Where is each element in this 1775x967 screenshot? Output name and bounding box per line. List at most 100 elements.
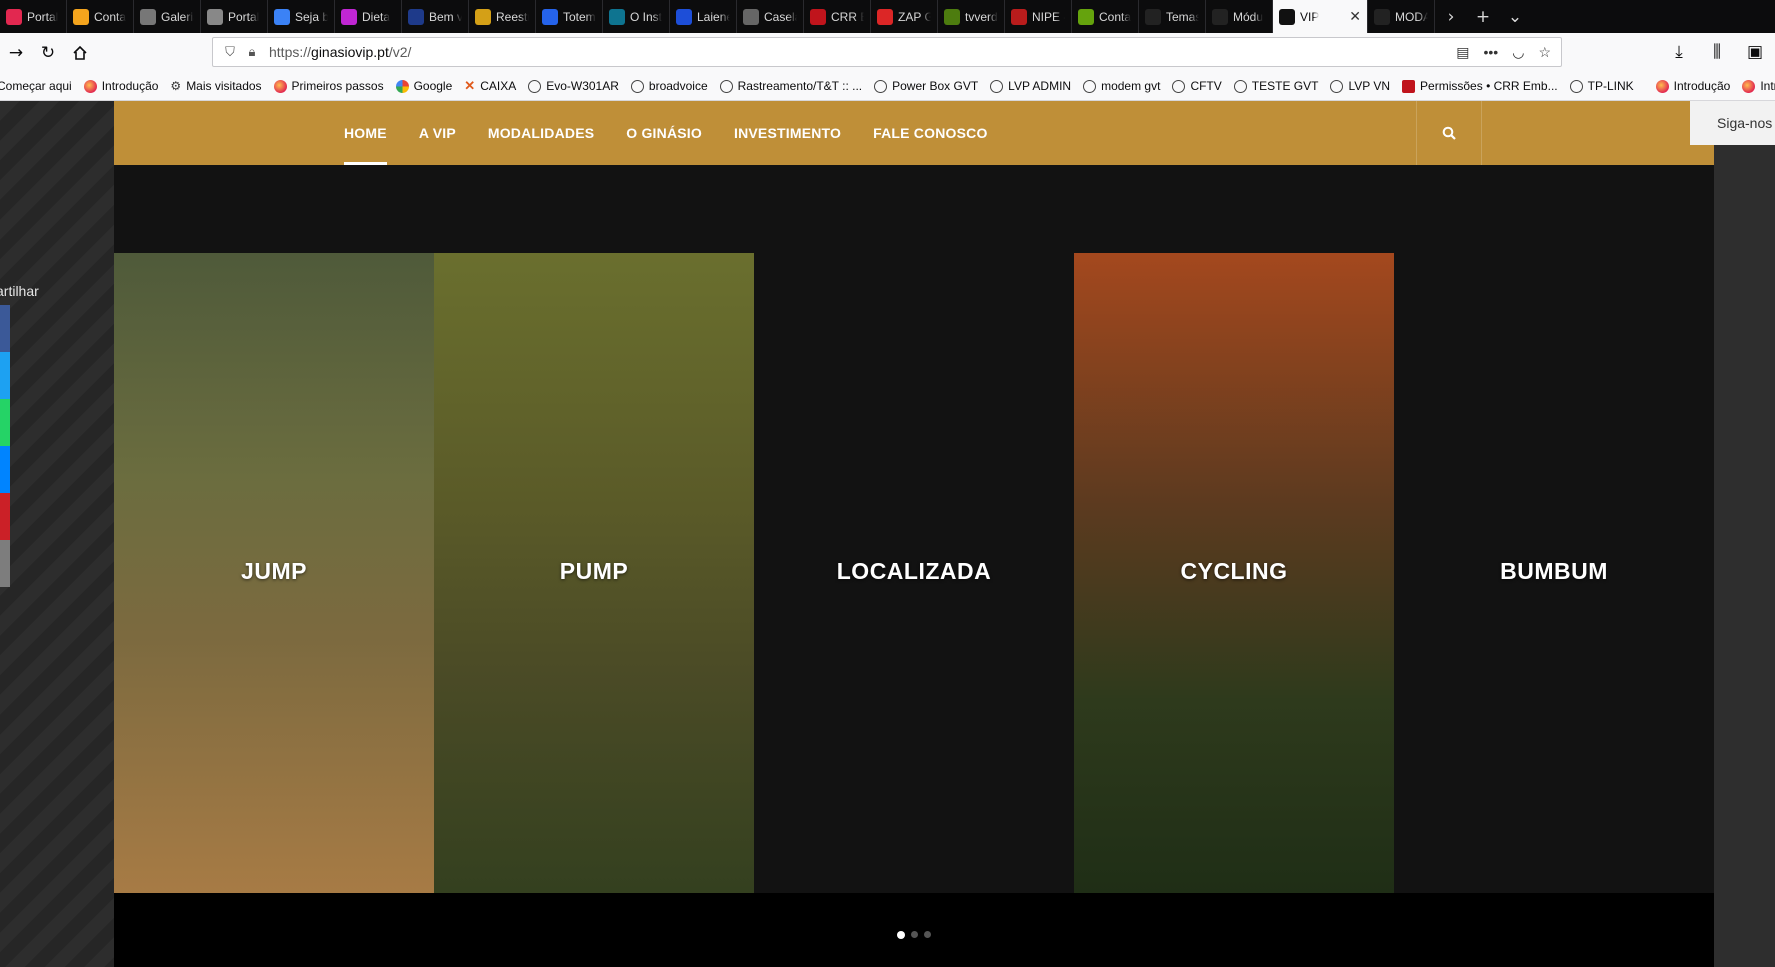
tab-label: Temas <box>1166 9 1199 24</box>
bookmark-item[interactable]: CFTV <box>1172 79 1222 93</box>
slider-pagination <box>114 893 1714 967</box>
globe-icon <box>630 79 644 93</box>
tab[interactable]: Reestr <box>469 0 536 33</box>
home-button[interactable] <box>64 37 96 69</box>
bookmark-item[interactable]: Introdução <box>1655 79 1730 93</box>
share-button[interactable] <box>0 399 10 446</box>
tab-list: Portal Conta Galeria Portal Seja bem Dieta Bem… <box>0 0 1435 33</box>
share-button[interactable] <box>0 352 10 399</box>
modalidade-card[interactable]: LOCALIZADA <box>754 253 1074 893</box>
bookmark-item[interactable]: LVP VN <box>1330 79 1390 93</box>
share-button[interactable] <box>0 446 10 493</box>
tab[interactable]: Bem v <box>402 0 469 33</box>
menu-item[interactable]: MODALIDADES <box>488 101 594 165</box>
bookmark-item[interactable]: Power Box GVT <box>874 79 978 93</box>
tab-label: Laiene <box>697 9 730 24</box>
tab[interactable]: Dieta <box>335 0 402 33</box>
bookmark-item[interactable]: Intro <box>1742 79 1775 93</box>
bookmark-item[interactable]: modem gvt <box>1083 79 1160 93</box>
downloads-icon[interactable]: ⤓ <box>1663 36 1695 68</box>
page-actions-icon[interactable]: ••• <box>1484 44 1499 61</box>
tab[interactable]: Casela <box>737 0 804 33</box>
bookmark-item[interactable]: LVP ADMIN <box>990 79 1071 93</box>
bookmark-item[interactable]: Evo-W301AR <box>528 79 619 93</box>
bookmark-item[interactable]: Google <box>395 79 452 93</box>
share-label: artilhar <box>0 283 39 299</box>
sidebar-icon[interactable]: ▣ <box>1739 36 1771 68</box>
bookmark-star-icon[interactable]: ☆ <box>1538 44 1551 61</box>
totem-icon <box>542 8 558 25</box>
menu-item[interactable]: O GINÁSIO <box>626 101 702 165</box>
tab-label: Seja bem <box>295 9 328 24</box>
share-button[interactable] <box>0 540 10 587</box>
reload-button[interactable]: ↻ <box>32 37 64 69</box>
modalidade-card[interactable]: PUMP <box>434 253 754 893</box>
tab[interactable]: Conta <box>1072 0 1139 33</box>
globe-icon <box>1330 79 1344 93</box>
new-tab-button[interactable]: + <box>1467 0 1499 33</box>
tab[interactable]: Seja bem <box>268 0 335 33</box>
modalidade-card[interactable]: CYCLING <box>1074 253 1394 893</box>
gear-icon: ⚙ <box>170 79 182 93</box>
page-right-gutter <box>1714 145 1775 967</box>
pocket-icon[interactable]: ◡ <box>1512 44 1524 61</box>
tab[interactable]: Conta <box>67 0 134 33</box>
tab[interactable]: tvverd <box>938 0 1005 33</box>
share-button[interactable] <box>0 305 10 352</box>
menu-item[interactable]: FALE CONOSCO <box>873 101 987 165</box>
tab-list-dropdown-icon[interactable]: ⌄ <box>1499 0 1531 33</box>
tab[interactable]: MODA <box>1368 0 1435 33</box>
lock-icon[interactable]: 🔒︎ <box>241 44 263 60</box>
browser-tab-strip: Portal Conta Galeria Portal Seja bem Dieta Bem… <box>0 0 1775 33</box>
url-text[interactable]: https://ginasiovip.pt/v2/ <box>269 44 411 60</box>
tab-label: Galeria <box>161 9 194 24</box>
tab-active[interactable]: VIP ✕ <box>1273 0 1368 33</box>
tab[interactable]: Totem <box>536 0 603 33</box>
tab[interactable]: Módu <box>1206 0 1273 33</box>
crr-icon <box>810 8 826 25</box>
tab[interactable]: CRR E <box>804 0 871 33</box>
pager-dot[interactable] <box>924 931 931 938</box>
modalidade-card[interactable]: BUMBUM <box>1394 253 1714 893</box>
bookmark-item[interactable]: Primeiros passos <box>273 79 384 93</box>
tab[interactable]: NIPE - <box>1005 0 1072 33</box>
tracking-shield-icon[interactable]: ⛉ <box>219 44 241 60</box>
page-viewport: artilhar HOME A VIP MODALIDADES O GINÁSIO IN… <box>0 101 1775 967</box>
g-icon <box>395 79 409 93</box>
menu-item[interactable]: INVESTIMENTO <box>734 101 841 165</box>
portal-z-icon <box>207 8 223 25</box>
tab[interactable]: Portal <box>201 0 268 33</box>
bookmark-item[interactable]: Introdução <box>83 79 158 93</box>
menu-item[interactable]: A VIP <box>419 101 456 165</box>
bookmark-item[interactable]: Permissões • CRR Emb... <box>1402 79 1558 93</box>
follow-us-tab[interactable]: Siga-nos <box>1690 101 1775 145</box>
pager-dot[interactable] <box>911 931 918 938</box>
reader-view-icon[interactable]: ▤ <box>1456 44 1469 61</box>
menu-item[interactable]: HOME <box>344 101 387 165</box>
bookmark-item[interactable]: broadvoice <box>630 79 708 93</box>
bookmark-label: Primeiros passos <box>291 79 384 93</box>
site-container: HOME A VIP MODALIDADES O GINÁSIO INVESTIMENT… <box>114 101 1714 967</box>
tab-scroll-right-icon[interactable]: › <box>1435 0 1467 33</box>
tab[interactable]: Laiene <box>670 0 737 33</box>
tab[interactable]: Galeria <box>134 0 201 33</box>
library-icon[interactable]: ⫼ <box>1701 36 1733 68</box>
modalidade-card[interactable]: JUMP <box>114 253 434 893</box>
tab[interactable]: ZAP G <box>871 0 938 33</box>
share-button[interactable] <box>0 493 10 540</box>
address-bar[interactable]: ⛉ 🔒︎ https://ginasiovip.pt/v2/ ▤ ••• ◡ ☆ <box>212 37 1562 67</box>
tab[interactable]: O Inst <box>603 0 670 33</box>
forward-button[interactable]: → <box>0 37 32 69</box>
tab[interactable]: Temas <box>1139 0 1206 33</box>
pager-dot[interactable] <box>897 931 905 939</box>
bookmark-item[interactable]: ✕ CAIXA <box>464 78 516 94</box>
tab[interactable]: Portal <box>0 0 67 33</box>
bookmark-item[interactable]: Rastreamento/T&T :: ... <box>719 79 862 93</box>
bookmark-item[interactable]: TESTE GVT <box>1233 79 1318 93</box>
bookmark-item[interactable]: Começar aqui <box>0 79 72 93</box>
close-tab-icon[interactable]: ✕ <box>1349 9 1361 25</box>
search-button[interactable] <box>1416 101 1482 165</box>
bookmark-item[interactable]: ⚙ Mais visitados <box>170 79 261 93</box>
bookmark-item[interactable]: TP-LINK <box>1569 79 1634 93</box>
bookmark-label: Começar aqui <box>0 79 72 93</box>
